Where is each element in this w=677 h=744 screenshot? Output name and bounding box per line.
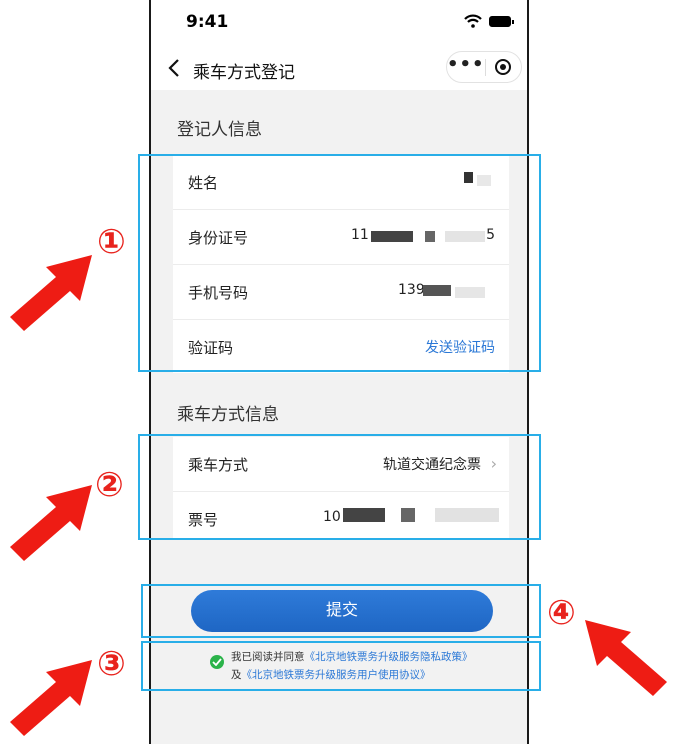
arrow-3-icon	[10, 660, 92, 736]
page-title: 乘车方式登记	[193, 63, 295, 83]
top-bar: 9:41 乘车方式登记 •••	[151, 0, 527, 90]
capsule-divider	[485, 59, 486, 76]
arrow-4-icon	[585, 620, 667, 696]
close-target-icon[interactable]	[495, 59, 511, 75]
status-time: 9:41	[186, 12, 229, 32]
back-icon[interactable]	[165, 56, 185, 80]
annotation-number-4: ④	[547, 593, 576, 633]
annotation-box-3	[141, 641, 541, 691]
arrow-2-icon	[10, 485, 92, 561]
annotation-box-1	[138, 154, 541, 372]
annotation-number-1: ①	[97, 222, 126, 262]
annotation-box-4	[141, 584, 541, 638]
annotation-box-2	[138, 434, 541, 540]
wifi-icon	[464, 14, 482, 28]
registrant-section-title: 登记人信息	[177, 120, 262, 140]
more-icon[interactable]: •••	[447, 52, 484, 82]
arrow-1-icon	[10, 255, 92, 331]
annotation-number-3: ③	[97, 644, 126, 684]
ride-section-title: 乘车方式信息	[177, 405, 279, 425]
battery-icon	[489, 16, 514, 27]
mini-program-capsule: •••	[446, 51, 522, 83]
